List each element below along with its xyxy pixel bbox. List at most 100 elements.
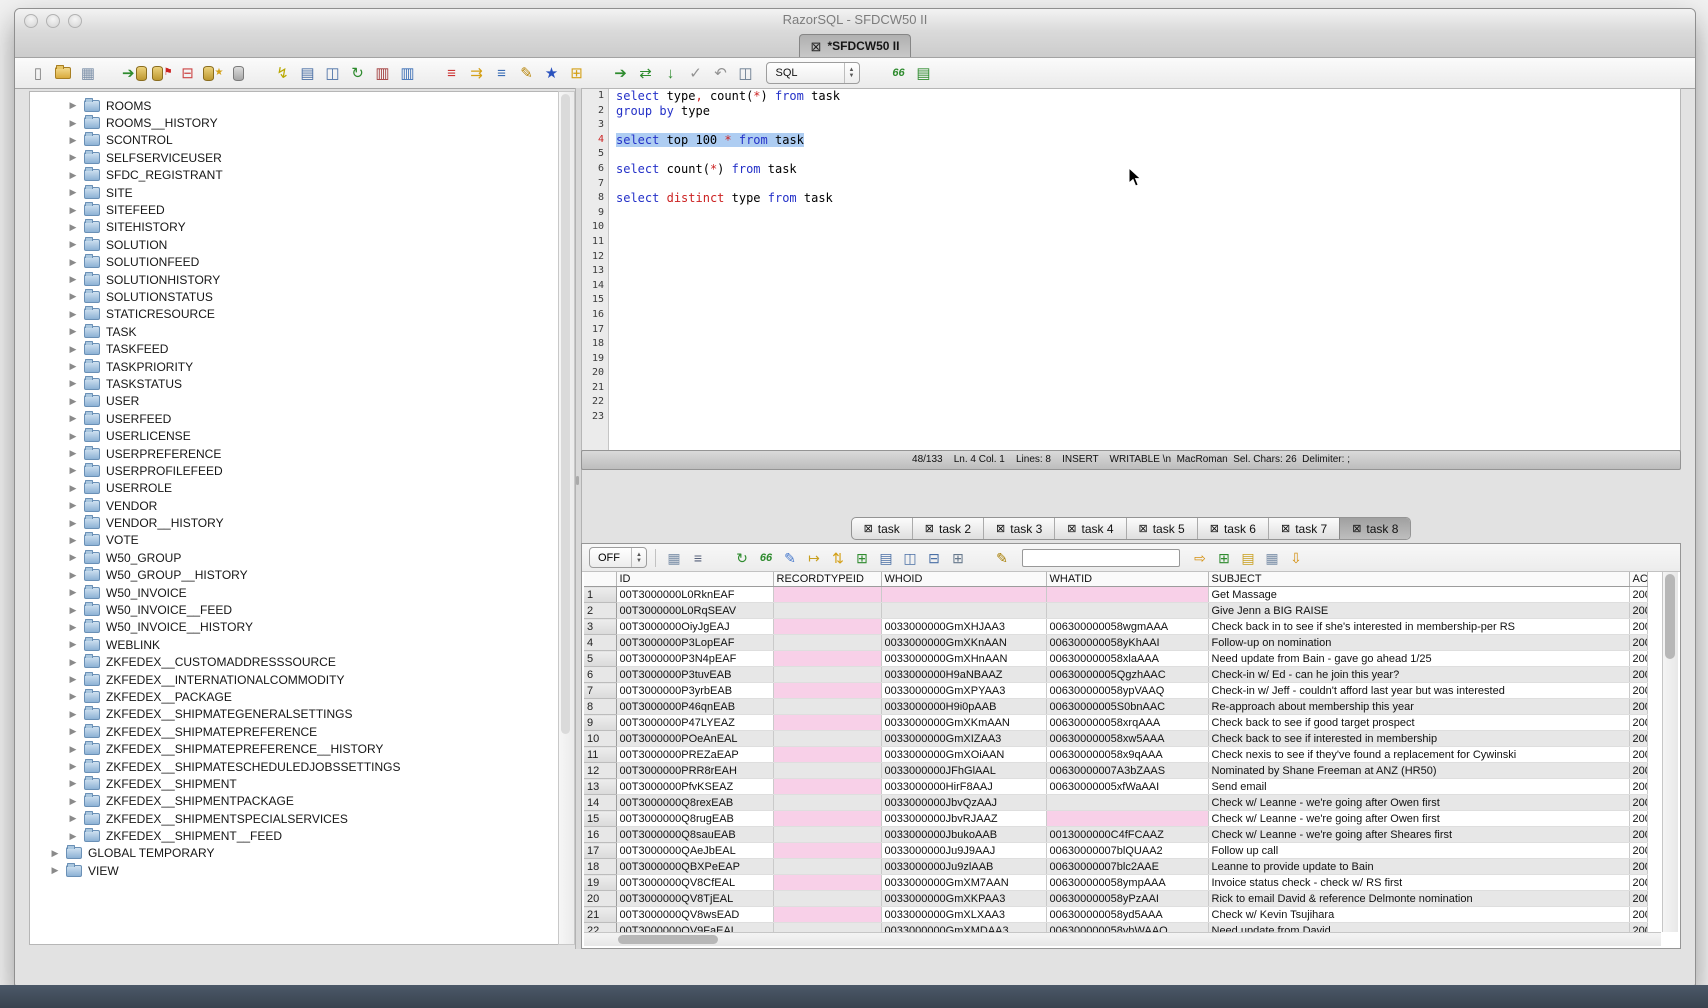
expand-triangle-icon[interactable]: ▶ (68, 326, 78, 337)
cell-id[interactable]: 00T3000000QV8TjEAL (616, 891, 773, 907)
cell-whoid[interactable]: 0033000000Ju9zlAAB (881, 859, 1046, 875)
cell-id[interactable]: 00T3000000POeAnEAL (616, 731, 773, 747)
cell-recordtypeid[interactable] (773, 635, 881, 651)
row-number-cell[interactable]: 19 (584, 875, 616, 891)
expand-triangle-icon[interactable]: ▶ (68, 448, 78, 459)
close-window-button[interactable] (24, 14, 38, 28)
sidebar-scrollbar-thumb[interactable] (561, 94, 570, 734)
cell-subject[interactable]: Follow-up on nomination (1208, 635, 1629, 651)
expand-triangle-icon[interactable]: ▶ (68, 431, 78, 442)
expand-triangle-icon[interactable]: ▶ (68, 622, 78, 633)
cell-recordtypeid[interactable] (773, 859, 881, 875)
cell-ac[interactable]: 200 (1629, 635, 1647, 651)
cell-whoid[interactable]: 0033000000GmXHnAAN (881, 651, 1046, 667)
expand-triangle-icon[interactable]: ▶ (68, 639, 78, 650)
row-number-cell[interactable]: 20 (584, 891, 616, 907)
results-search-input[interactable] (1022, 549, 1180, 567)
expand-triangle-icon[interactable]: ▶ (68, 483, 78, 494)
cell-ac[interactable]: 200 (1629, 651, 1647, 667)
book-icon[interactable]: ▥ (397, 62, 419, 84)
cell-whoid[interactable]: 0033000000H9aNBAAZ (881, 667, 1046, 683)
copy-icon[interactable]: ⊟ (924, 548, 944, 568)
cell-whoid[interactable]: 0033000000JbvRJAAZ (881, 811, 1046, 827)
table-row[interactable]: 2200T3000000QV9FaEAL0033000000GmXMDAA300… (584, 923, 1647, 933)
result-tab-task-7[interactable]: ⊠task 7 (1268, 518, 1339, 539)
open-folder-icon[interactable] (52, 62, 74, 84)
cell-ac[interactable]: 200 (1629, 843, 1647, 859)
tree-item-zkfedex-shipmentpackage[interactable]: ▶ZKFEDEX__SHIPMENTPACKAGE (30, 793, 558, 810)
row-number-cell[interactable]: 7 (584, 683, 616, 699)
expand-triangle-icon[interactable]: ▶ (68, 778, 78, 789)
cell-subject[interactable]: Check w/ Kevin Tsujihara (1208, 907, 1629, 923)
export-table-icon[interactable]: ⊞ (1214, 548, 1234, 568)
row-number-cell[interactable]: 4 (584, 635, 616, 651)
results-horizontal-scrollbar[interactable] (584, 932, 1661, 946)
expand-triangle-icon[interactable]: ▶ (68, 291, 78, 302)
cell-subject[interactable]: Rick to email David & reference Delmonte… (1208, 891, 1629, 907)
cell-subject[interactable]: Check-in w/ Jeff - couldn't afford last … (1208, 683, 1629, 699)
table-export-icon[interactable]: ⊞ (566, 62, 588, 84)
cell-whatid[interactable]: 006300000058ympAAA (1046, 875, 1208, 891)
table-row[interactable]: 600T3000000P3tuvEAB0033000000H9aNBAAZ006… (584, 667, 1647, 683)
cell-subject[interactable]: Check w/ Leanne - we're going after Shea… (1208, 827, 1629, 843)
row-number-cell[interactable]: 22 (584, 923, 616, 933)
expand-triangle-icon[interactable]: ▶ (68, 465, 78, 476)
cell-whoid[interactable]: 0033000000JbvQzAAJ (881, 795, 1046, 811)
expand-triangle-icon[interactable]: ▶ (68, 205, 78, 216)
cell-id[interactable]: 00T3000000QV8CfEAL (616, 875, 773, 891)
tree-item-taskstatus[interactable]: ▶TASKSTATUS (30, 375, 558, 392)
cell-id[interactable]: 00T3000000QV9FaEAL (616, 923, 773, 933)
cell-whoid[interactable]: 0033000000JbukoAAB (881, 827, 1046, 843)
sidebar-vertical-scrollbar[interactable] (558, 91, 575, 945)
column-header-subject[interactable]: SUBJECT (1208, 572, 1629, 587)
sql-editor[interactable]: 1select type, count(*) from task2group b… (581, 88, 1681, 451)
tree-item-zkfedex-shipment-feed[interactable]: ▶ZKFEDEX__SHIPMENT__FEED (30, 827, 558, 844)
cell-subject[interactable]: Get Massage (1208, 587, 1629, 603)
cell-whatid[interactable]: 00630000007A3bZAAS (1046, 763, 1208, 779)
table-row[interactable]: 1100T3000000PREZaEAP0033000000GmXOiAAN00… (584, 747, 1647, 763)
cell-id[interactable]: 00T3000000P46qnEAB (616, 699, 773, 715)
expand-triangle-icon[interactable]: ▶ (50, 848, 60, 859)
row-number-cell[interactable]: 18 (584, 859, 616, 875)
cell-ac[interactable]: 200 (1629, 715, 1647, 731)
reload-table-icon[interactable]: ⊞ (852, 548, 872, 568)
table-row[interactable]: 100T3000000L0RknEAFGet Massage200 (584, 587, 1647, 603)
form-checklist-icon[interactable]: ▤ (297, 62, 319, 84)
expand-triangle-icon[interactable]: ▶ (68, 744, 78, 755)
disconnect-database-icon[interactable]: ⚑ (151, 62, 174, 84)
pen-icon[interactable]: ✎ (992, 548, 1012, 568)
cell-id[interactable]: 00T3000000QBXPeEAP (616, 859, 773, 875)
cell-ac[interactable]: 200 (1629, 587, 1647, 603)
column-header-recordtypeid[interactable]: RECORDTYPEID (773, 572, 881, 587)
row-number-cell[interactable]: 6 (584, 667, 616, 683)
cell-recordtypeid[interactable] (773, 747, 881, 763)
execute-lightning-icon[interactable]: ↯ (272, 62, 294, 84)
expand-triangle-icon[interactable]: ▶ (68, 378, 78, 389)
expand-triangle-icon[interactable]: ▶ (68, 170, 78, 181)
tree-item-zkfedex-shipmategeneralsettings[interactable]: ▶ZKFEDEX__SHIPMATEGENERALSETTINGS (30, 706, 558, 723)
refresh-pages-icon[interactable]: ↻ (347, 62, 369, 84)
cell-recordtypeid[interactable] (773, 907, 881, 923)
cell-ac[interactable]: 200 (1629, 859, 1647, 875)
result-tab-task-5[interactable]: ⊠task 5 (1126, 518, 1197, 539)
tree-item-userpreference[interactable]: ▶USERPREFERENCE (30, 445, 558, 462)
tree-item-sitefeed[interactable]: ▶SITEFEED (30, 201, 558, 218)
cell-recordtypeid[interactable] (773, 763, 881, 779)
expand-triangle-icon[interactable]: ▶ (68, 257, 78, 268)
tree-item-zkfedex-shipmatescheduledjobssettings[interactable]: ▶ZKFEDEX__SHIPMATESCHEDULEDJOBSSETTINGS (30, 758, 558, 775)
result-tab-task-3[interactable]: ⊠task 3 (983, 518, 1054, 539)
table-row[interactable]: 2100T3000000QV8wsEAD0033000000GmXLXAA300… (584, 907, 1647, 923)
expand-triangle-icon[interactable]: ▶ (50, 865, 60, 876)
database-icon[interactable] (228, 62, 250, 84)
tab-close-icon[interactable]: ⊠ (996, 522, 1005, 535)
cell-recordtypeid[interactable] (773, 923, 881, 933)
cell-whatid[interactable] (1046, 811, 1208, 827)
tree-item-scontrol[interactable]: ▶SCONTROL (30, 132, 558, 149)
cell-whatid[interactable]: 0013000000C4fFCAAZ (1046, 827, 1208, 843)
tree-item-solution[interactable]: ▶SOLUTION (30, 236, 558, 253)
preferences-icon[interactable]: ≡ (688, 548, 708, 568)
favorites-star-icon[interactable]: ★ (541, 62, 563, 84)
expand-triangle-icon[interactable]: ▶ (68, 309, 78, 320)
tree-item-zkfedex-shipmentspecialservices[interactable]: ▶ZKFEDEX__SHIPMENTSPECIALSERVICES (30, 810, 558, 827)
cell-ac[interactable]: 200 (1629, 763, 1647, 779)
